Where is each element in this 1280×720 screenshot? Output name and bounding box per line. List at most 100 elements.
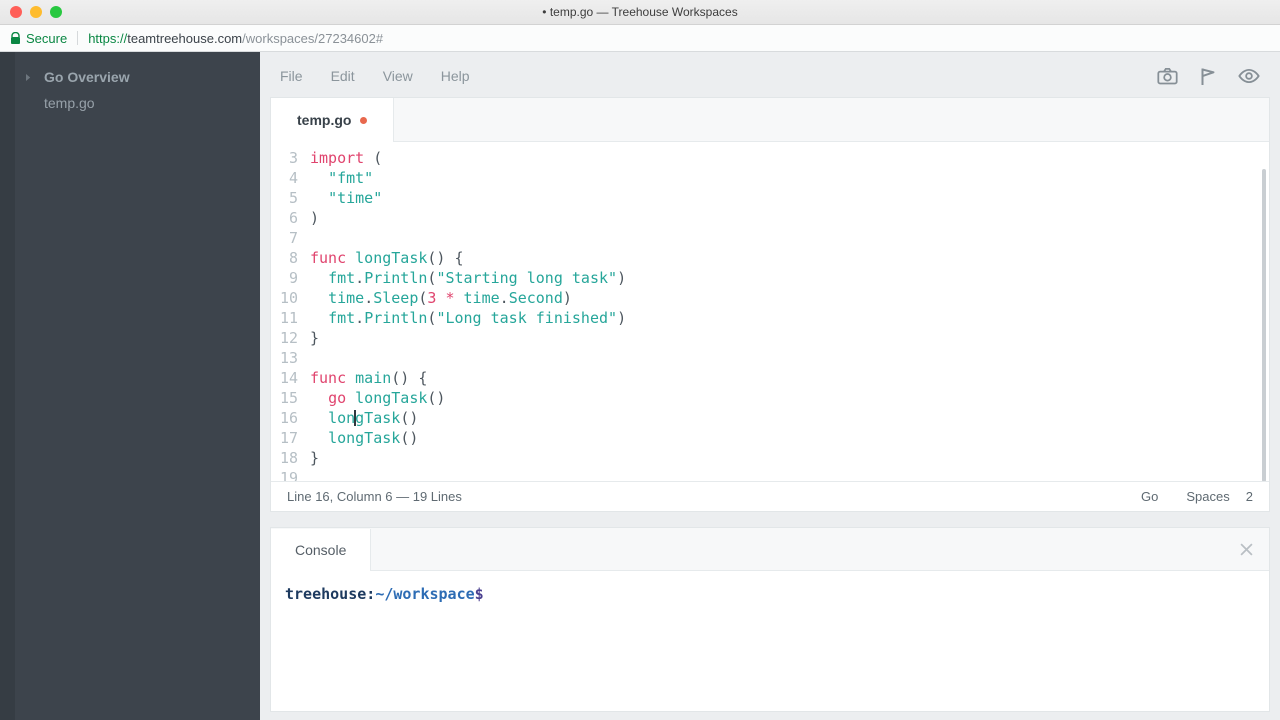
- editor-tab-label: temp.go: [297, 112, 351, 128]
- address-bar[interactable]: Secure https://teamtreehouse.com/workspa…: [0, 25, 1280, 52]
- indent-size-selector[interactable]: 2: [1246, 489, 1253, 504]
- code-token: (): [427, 389, 445, 407]
- code-token: longTask: [328, 429, 400, 447]
- code-line: 8func longTask() {: [271, 248, 1269, 268]
- line-number: 4: [271, 168, 298, 188]
- sidebar-item-label: temp.go: [44, 95, 95, 111]
- console-tab[interactable]: Console: [271, 529, 371, 571]
- flag-icon[interactable]: [1200, 67, 1216, 86]
- line-number: 10: [271, 288, 298, 308]
- terminal-prompt: treehouse:~/workspace$: [285, 585, 484, 603]
- code-token: [346, 389, 355, 407]
- code-line: 5 "time": [271, 188, 1269, 208]
- sidebar-item-temp-go[interactable]: temp.go: [0, 90, 260, 116]
- menu-file[interactable]: File: [280, 68, 303, 84]
- code-token: fmt: [328, 269, 355, 287]
- line-number: 14: [271, 368, 298, 388]
- line-number: 13: [271, 348, 298, 368]
- code-token: () {: [391, 369, 427, 387]
- eye-icon[interactable]: [1238, 68, 1260, 84]
- code-lines: 3import (4 "fmt"5 "time"6)78func longTas…: [271, 148, 1269, 482]
- editor-scrollbar[interactable]: [1262, 169, 1266, 482]
- minimize-window-button[interactable]: [30, 6, 42, 18]
- url-path: /workspaces/27234602#: [242, 31, 383, 46]
- console-tab-label: Console: [295, 542, 346, 558]
- code-editor[interactable]: 3import (4 "fmt"5 "time"6)78func longTas…: [271, 142, 1269, 482]
- camera-icon[interactable]: [1157, 67, 1178, 85]
- code-token: func: [310, 369, 346, 387]
- prompt-token: treehouse: [285, 585, 366, 603]
- workspace-main: FileEditViewHelp temp.go 3import (4 "fmt…: [260, 52, 1280, 720]
- code-line: 18}: [271, 448, 1269, 468]
- menu-view[interactable]: View: [383, 68, 413, 84]
- code-token: .: [364, 289, 373, 307]
- code-token: }: [310, 329, 319, 347]
- window-title: • temp.go — Treehouse Workspaces: [0, 0, 1280, 24]
- zoom-window-button[interactable]: [50, 6, 62, 18]
- code-line: 10 time.Sleep(3 * time.Second): [271, 288, 1269, 308]
- code-line: 16 longTask(): [271, 408, 1269, 428]
- url-divider: [77, 31, 78, 45]
- url-scheme: https://: [88, 31, 127, 46]
- code-token: [310, 289, 328, 307]
- code-token: time: [328, 289, 364, 307]
- code-token: go: [328, 389, 346, 407]
- code-token: longTask: [355, 249, 427, 267]
- indent-type-selector[interactable]: Spaces: [1186, 489, 1229, 504]
- console-panel: Console treehouse:~/workspace$: [270, 527, 1270, 712]
- editor-tab-temp-go[interactable]: temp.go: [271, 98, 394, 142]
- code-token: ): [310, 209, 319, 227]
- code-line: 3import (: [271, 148, 1269, 168]
- code-line: 6): [271, 208, 1269, 228]
- line-number: 7: [271, 228, 298, 248]
- code-token: "time": [328, 189, 382, 207]
- line-number: 12: [271, 328, 298, 348]
- code-token: Println: [364, 309, 427, 327]
- line-number: 18: [271, 448, 298, 468]
- close-console-icon[interactable]: [1240, 543, 1253, 556]
- code-token: (: [364, 149, 382, 167]
- code-token: [310, 269, 328, 287]
- code-token: ): [617, 269, 626, 287]
- code-token: "Starting long task": [436, 269, 617, 287]
- code-token: time: [464, 289, 500, 307]
- console-terminal[interactable]: treehouse:~/workspace$: [271, 571, 1269, 604]
- secure-label: Secure: [26, 31, 67, 46]
- sidebar-item-label: Go Overview: [44, 69, 130, 85]
- menubar-icons: [1157, 58, 1260, 94]
- editor-panel: temp.go 3import (4 "fmt"5 "time"6)78func…: [270, 97, 1270, 512]
- line-number: 16: [271, 408, 298, 428]
- line-number: 5: [271, 188, 298, 208]
- code-token: *: [445, 289, 454, 307]
- code-token: Sleep: [373, 289, 418, 307]
- line-number: 8: [271, 248, 298, 268]
- code-token: .: [500, 289, 509, 307]
- url-domain: teamtreehouse.com: [127, 31, 242, 46]
- code-line: 19: [271, 468, 1269, 482]
- line-number: 11: [271, 308, 298, 328]
- code-token: (): [400, 429, 418, 447]
- code-token: ): [617, 309, 626, 327]
- code-token: [346, 249, 355, 267]
- line-number: 3: [271, 148, 298, 168]
- code-line: 12}: [271, 328, 1269, 348]
- code-line: 11 fmt.Println("Long task finished"): [271, 308, 1269, 328]
- menu-help[interactable]: Help: [441, 68, 470, 84]
- code-token: Println: [364, 269, 427, 287]
- code-token: [310, 309, 328, 327]
- code-token: gTask: [355, 409, 400, 427]
- language-mode-selector[interactable]: Go: [1141, 489, 1158, 504]
- cursor-position-status: Line 16, Column 6 — 19 Lines: [287, 489, 462, 504]
- close-window-button[interactable]: [10, 6, 22, 18]
- menu-edit[interactable]: Edit: [331, 68, 355, 84]
- code-line: 14func main() {: [271, 368, 1269, 388]
- code-token: [310, 189, 328, 207]
- code-token: [310, 389, 328, 407]
- file-sidebar: Go Overview temp.go: [0, 52, 260, 720]
- code-token: Second: [509, 289, 563, 307]
- code-line: 17 longTask(): [271, 428, 1269, 448]
- code-line: 9 fmt.Println("Starting long task"): [271, 268, 1269, 288]
- code-token: [455, 289, 464, 307]
- code-token: .: [355, 269, 364, 287]
- sidebar-item-go-overview[interactable]: Go Overview: [0, 64, 260, 90]
